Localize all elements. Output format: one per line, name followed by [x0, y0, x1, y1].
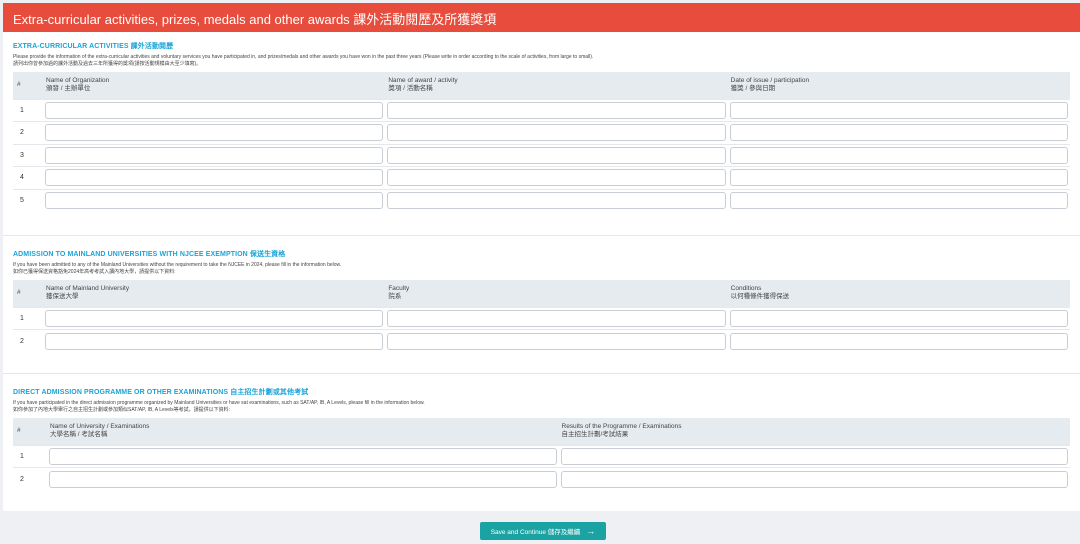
row-number: 2	[13, 329, 43, 352]
table-header-row: # Name of Organization 頒發 / 主辦單位 Name of …	[13, 72, 1070, 99]
table-row: 4	[13, 166, 1070, 189]
column-header-university-exam: Name of University / Examinations 大學名稱 / …	[50, 423, 150, 439]
table-header-row: # Name of Mainland University 獲保送大學 Facul…	[13, 280, 1070, 307]
column-header-results: Results of the Programme / Examinations 自…	[561, 423, 682, 439]
row-number: 5	[13, 188, 43, 212]
organization-input[interactable]	[45, 124, 384, 142]
university-input[interactable]	[45, 309, 384, 327]
table-header-row: # Name of University / Examinations 大學名稱 …	[13, 418, 1070, 445]
table-row: 2	[13, 329, 1070, 352]
page-title: Extra-curricular activities, prizes, med…	[13, 12, 497, 27]
section-description: If you have been admitted to any of the …	[13, 262, 1070, 276]
date-input[interactable]	[729, 101, 1068, 119]
university-exam-input[interactable]	[49, 470, 557, 488]
organization-input[interactable]	[45, 192, 384, 209]
table-row: 2	[13, 467, 1070, 490]
row-number: 3	[13, 143, 43, 167]
section-desc-en: Please provide the information of the ex…	[13, 54, 594, 60]
award-input[interactable]	[387, 169, 726, 187]
faculty-input[interactable]	[387, 332, 726, 350]
section-description: Please provide the information of the ex…	[13, 54, 1070, 68]
faculty-input[interactable]	[387, 309, 726, 327]
arrow-right-icon: →	[586, 526, 596, 536]
section-desc-zh: 如你已獲得保送資格豁免2024年高考考試入讀內地大學，請提供以下資料:	[13, 269, 176, 275]
table-row: 1	[13, 306, 1070, 330]
table-row: 2	[13, 121, 1070, 144]
section-title: EXTRA-CURRICULAR ACTIVITIES 課外活動閱歷	[13, 43, 174, 50]
date-input[interactable]	[729, 124, 1068, 142]
admission-table: # Name of Mainland University 獲保送大學 Facul…	[13, 280, 1070, 352]
row-number: 2	[13, 467, 47, 490]
section-desc-zh: 請列出你曾參加過的課外活動及過去三年所獲得的獎項(請按活動規模由大至少填寫)。	[13, 61, 202, 67]
column-header-organization: Name of Organization 頒發 / 主辦單位	[46, 77, 110, 93]
column-header-number: #	[17, 289, 21, 297]
organization-input[interactable]	[45, 146, 384, 164]
section-desc-zh: 如你參加了內地大學舉行之自主招生計劃或參加類似SAT/AP, IB, A Lev…	[13, 407, 231, 413]
row-number: 4	[13, 166, 43, 189]
section-divider	[3, 235, 1080, 236]
university-exam-input[interactable]	[49, 447, 557, 465]
awards-form-card: Extra-curricular activities, prizes, med…	[3, 3, 1080, 511]
row-number: 1	[13, 98, 43, 122]
award-input[interactable]	[387, 124, 726, 142]
award-input[interactable]	[387, 192, 726, 209]
conditions-input[interactable]	[729, 309, 1068, 327]
column-header-date: Date of issue / participation 獲獎 / 參與日期	[730, 77, 810, 93]
column-header-number: #	[17, 81, 21, 89]
table-row: 1	[13, 444, 1070, 468]
section-title: DIRECT ADMISSION PROGRAMME OR OTHER EXAM…	[13, 389, 309, 396]
save-and-continue-button[interactable]: Save and Continue 儲存及繼續 →	[480, 522, 606, 540]
table-row: 5	[13, 188, 1070, 212]
column-header-faculty: Faculty 院系	[388, 285, 410, 301]
date-input[interactable]	[729, 192, 1068, 209]
date-input[interactable]	[729, 146, 1068, 164]
column-header-award: Name of award / activity 獎項 / 活動名稱	[388, 77, 458, 93]
extracurricular-table: # Name of Organization 頒發 / 主辦單位 Name of …	[13, 72, 1070, 212]
section-desc-en: If you have participated in the direct a…	[13, 400, 425, 406]
card-header: Extra-curricular activities, prizes, med…	[3, 5, 1080, 32]
conditions-input[interactable]	[729, 332, 1068, 350]
results-input[interactable]	[560, 447, 1068, 465]
table-row: 1	[13, 98, 1070, 122]
admission-section: ADMISSION TO MAINLAND UNIVERSITIES WITH …	[3, 249, 1080, 352]
section-description: If you have participated in the direct a…	[13, 400, 1070, 414]
column-header-number: #	[17, 427, 21, 435]
award-input[interactable]	[387, 101, 726, 119]
results-input[interactable]	[560, 470, 1068, 488]
award-input[interactable]	[387, 146, 726, 164]
direct-admission-table: # Name of University / Examinations 大學名稱 …	[13, 418, 1070, 490]
column-header-conditions: Conditions 以何種條件獲得保送	[730, 285, 790, 301]
row-number: 2	[13, 121, 43, 144]
section-title: ADMISSION TO MAINLAND UNIVERSITIES WITH …	[13, 251, 286, 258]
organization-input[interactable]	[45, 101, 384, 119]
extracurricular-section: EXTRA-CURRICULAR ACTIVITIES 課外活動閱歷 Pleas…	[3, 41, 1080, 212]
direct-admission-section: DIRECT ADMISSION PROGRAMME OR OTHER EXAM…	[3, 387, 1080, 490]
date-input[interactable]	[729, 169, 1068, 187]
row-number: 1	[13, 306, 43, 330]
table-row: 3	[13, 143, 1070, 167]
university-input[interactable]	[45, 332, 384, 350]
row-number: 1	[13, 444, 47, 468]
section-desc-en: If you have been admitted to any of the …	[13, 262, 342, 268]
organization-input[interactable]	[45, 169, 384, 187]
save-button-label: Save and Continue 儲存及繼續	[490, 529, 581, 536]
section-divider	[3, 373, 1080, 374]
column-header-university: Name of Mainland University 獲保送大學	[46, 285, 130, 301]
